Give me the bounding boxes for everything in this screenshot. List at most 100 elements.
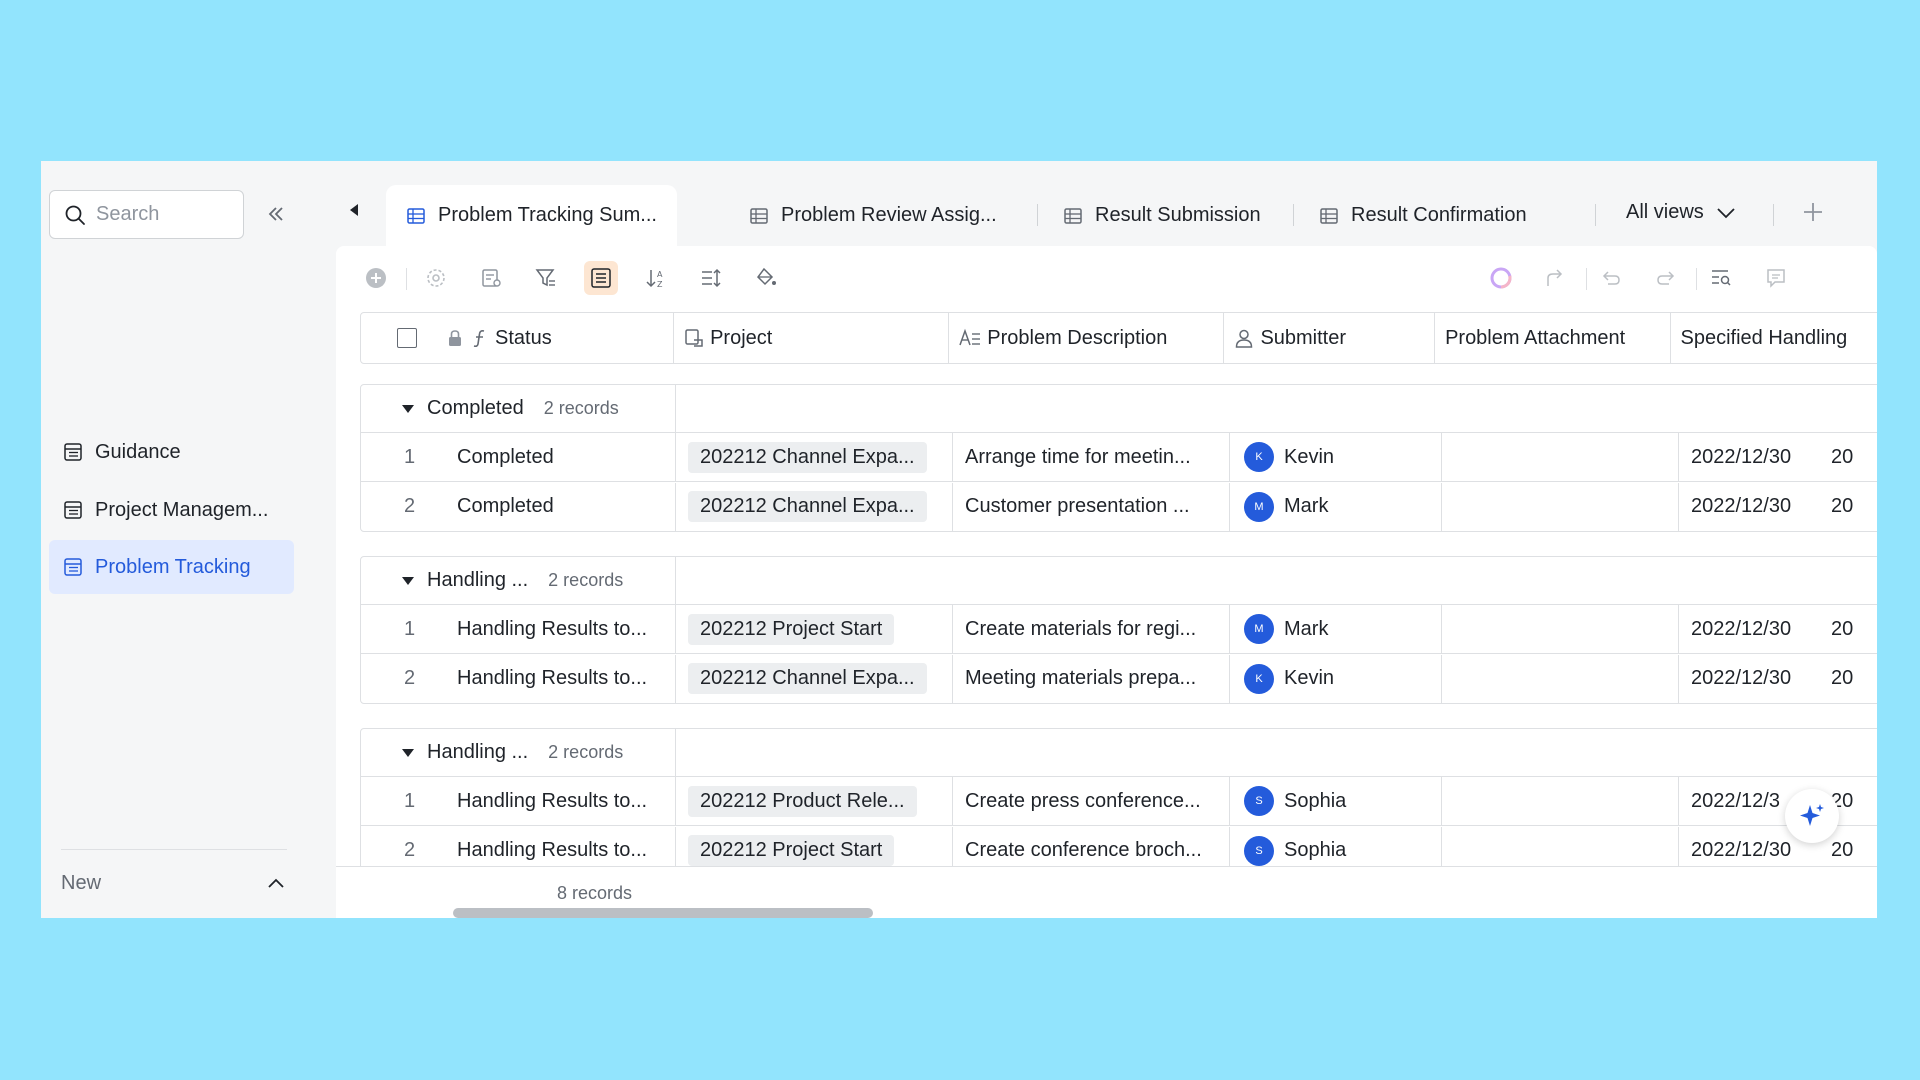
fill-color-button[interactable]	[749, 261, 783, 295]
date-cell[interactable]: 2022/12/30	[1679, 605, 1829, 653]
submitter-name: Sophia	[1284, 839, 1347, 861]
group-header[interactable]: Handling ... 2 records	[361, 556, 1877, 605]
horizontal-scrollbar[interactable]	[453, 908, 873, 918]
sidebar-divider	[61, 849, 287, 850]
tab-result-submission[interactable]: Result Submission	[1063, 185, 1261, 246]
new-section-toggle[interactable]: New	[61, 861, 287, 905]
project-cell[interactable]: 202212 Product Rele...	[676, 777, 953, 825]
submitter-name: Kevin	[1284, 445, 1335, 468]
group-header[interactable]: Handling ... 2 records	[361, 728, 1877, 777]
submitter-column-header[interactable]: Submitter	[1224, 313, 1436, 363]
sidebar-item-project-management[interactable]: Project Managem...	[49, 483, 294, 537]
description-column-header[interactable]: Problem Description	[949, 313, 1225, 363]
select-all-checkbox[interactable]	[397, 328, 417, 348]
project-cell[interactable]: 202212 Channel Expa...	[676, 433, 953, 481]
add-view-button[interactable]	[1802, 201, 1824, 228]
tab-problem-tracking-summary[interactable]: Problem Tracking Sum...	[386, 185, 677, 246]
chevron-down-icon	[1717, 207, 1735, 218]
sidebar-item-problem-tracking[interactable]: Problem Tracking	[49, 540, 294, 594]
submitter-cell[interactable]: M Mark	[1230, 482, 1442, 531]
column-label: Submitter	[1260, 326, 1347, 349]
project-cell[interactable]: 202212 Channel Expa...	[676, 654, 953, 703]
project-cell[interactable]: 202212 Channel Expa...	[676, 482, 953, 531]
status-column-header[interactable]: Status	[361, 313, 675, 363]
search-records-button[interactable]	[1704, 261, 1738, 295]
attachment-column-header[interactable]: Problem Attachment	[1435, 313, 1671, 363]
description-cell[interactable]: Meeting materials prepa...	[953, 654, 1230, 703]
grid-view-icon	[407, 207, 425, 224]
avatar: M	[1244, 614, 1274, 644]
sidebar-item-guidance[interactable]: Guidance	[49, 425, 294, 479]
table-row[interactable]: 2 Handling Results to... 202212 Channel …	[361, 654, 1877, 703]
table-row[interactable]: 1 Completed 202212 Channel Expa... Arran…	[361, 433, 1877, 482]
filter-icon	[535, 269, 555, 287]
search-input[interactable]: Search	[49, 190, 244, 239]
project-cell[interactable]: 202212 Project Start	[676, 605, 953, 653]
submitter-cell[interactable]: K Kevin	[1230, 433, 1442, 481]
collapse-sidebar-button[interactable]	[260, 198, 292, 230]
submitter-cell[interactable]: K Kevin	[1230, 654, 1442, 703]
attachment-cell[interactable]	[1442, 605, 1679, 653]
attachment-cell[interactable]	[1442, 482, 1679, 531]
sort-az-icon: AZ	[646, 270, 663, 289]
date-cell[interactable]: 2022/12/30	[1679, 433, 1829, 481]
description-cell[interactable]: Arrange time for meetin...	[953, 433, 1230, 481]
table-row[interactable]: 1 Handling Results to... 202212 Product …	[361, 777, 1877, 826]
ai-assistant-button[interactable]	[1484, 261, 1518, 295]
row-index: 2	[404, 667, 416, 689]
ai-sparkle-button[interactable]	[1785, 789, 1839, 843]
grid-header: Status Project Problem Description Submi…	[360, 312, 1877, 364]
column-label: Problem Attachment	[1445, 326, 1626, 349]
group-header[interactable]: Completed 2 records	[361, 384, 1877, 433]
date-cell[interactable]: 2022/12/30	[1679, 655, 1829, 703]
tab-separator	[1293, 204, 1294, 226]
tab-label: Problem Tracking Sum...	[438, 204, 657, 226]
project-column-header[interactable]: Project	[674, 313, 950, 363]
column-label: Project	[710, 326, 773, 349]
table-row[interactable]: 1 Handling Results to... 202212 Project …	[361, 605, 1877, 654]
row-height-button[interactable]	[694, 261, 728, 295]
table-row[interactable]: 2 Completed 202212 Channel Expa... Custo…	[361, 482, 1877, 531]
field-config-button[interactable]	[474, 261, 508, 295]
submitter-cell[interactable]: M Mark	[1230, 605, 1442, 653]
filter-button[interactable]	[529, 261, 563, 295]
group-button[interactable]	[584, 261, 618, 295]
next-column-cell[interactable]: 20	[1829, 433, 1877, 481]
handling-column-header[interactable]: Specified Handling	[1671, 313, 1877, 363]
redo-button[interactable]	[1649, 261, 1683, 295]
comments-button[interactable]	[1759, 261, 1793, 295]
settings-button[interactable]	[419, 261, 453, 295]
next-column-cell[interactable]: 20	[1829, 655, 1877, 703]
attachment-cell[interactable]	[1442, 777, 1679, 825]
tab-problem-review-assignment[interactable]: Problem Review Assig...	[749, 185, 997, 246]
description-cell[interactable]: Create materials for regi...	[953, 605, 1230, 653]
tab-result-confirmation[interactable]: Result Confirmation	[1319, 185, 1527, 246]
status-cell[interactable]: Completed	[457, 433, 676, 481]
attachment-cell[interactable]	[1442, 433, 1679, 481]
share-button[interactable]	[1539, 261, 1573, 295]
paint-bucket-icon	[757, 267, 776, 286]
scroll-tabs-left-button[interactable]	[348, 203, 360, 222]
description-cell[interactable]: Create press conference...	[953, 777, 1230, 825]
attachment-cell[interactable]	[1442, 654, 1679, 703]
submitter-cell[interactable]: S Sophia	[1230, 777, 1442, 825]
submitter-name: Mark	[1284, 495, 1329, 517]
next-column-cell[interactable]: 20	[1829, 605, 1877, 653]
add-record-button[interactable]	[359, 261, 393, 295]
project-chip: 202212 Channel Expa...	[688, 663, 927, 694]
status-cell[interactable]: Handling Results to...	[457, 654, 676, 703]
sidebar-item-label: Project Managem...	[95, 498, 269, 521]
caret-down-icon	[402, 576, 414, 585]
sort-button[interactable]: AZ	[639, 261, 673, 295]
description-cell[interactable]: Customer presentation ...	[953, 482, 1230, 531]
status-cell[interactable]: Completed	[457, 482, 676, 531]
tab-separator	[1037, 204, 1038, 226]
status-cell[interactable]: Handling Results to...	[457, 777, 676, 825]
date-cell[interactable]: 2022/12/30	[1679, 483, 1829, 531]
record-group: Handling ... 2 records 1 Handling Result…	[360, 728, 1877, 876]
sparkle-icon	[1800, 804, 1824, 826]
status-cell[interactable]: Handling Results to...	[457, 605, 676, 653]
next-column-cell[interactable]: 20	[1829, 483, 1877, 531]
all-views-dropdown[interactable]: All views	[1626, 201, 1738, 224]
undo-button[interactable]	[1594, 261, 1628, 295]
